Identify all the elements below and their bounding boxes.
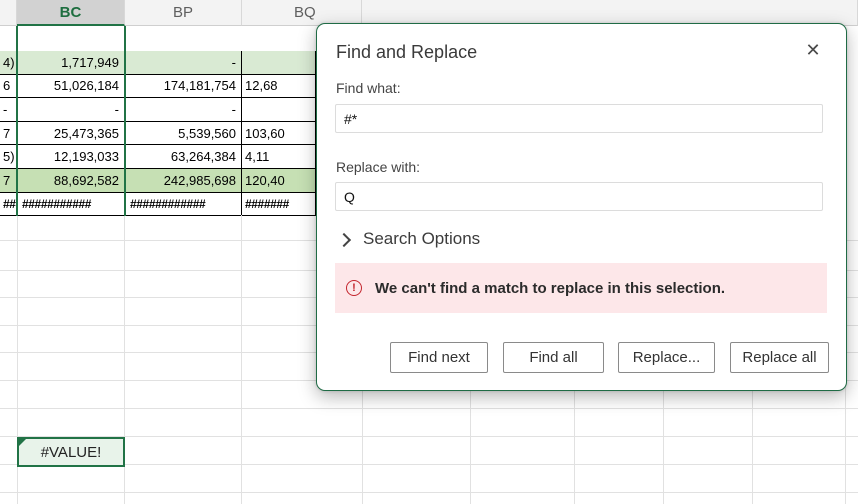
grid-line — [0, 408, 858, 409]
cell-bp[interactable]: ############ — [125, 192, 242, 217]
cell-prev-col[interactable]: 7 — [0, 121, 17, 146]
error-value-cell[interactable]: #VALUE! — [17, 437, 125, 467]
close-icon[interactable]: ✕ — [802, 38, 824, 62]
search-options-toggle[interactable]: Search Options — [336, 229, 481, 249]
cell-prev-col[interactable]: 7 — [0, 169, 17, 193]
grid-line — [0, 436, 858, 437]
cell-bc[interactable]: - — [17, 98, 125, 122]
chevron-right-icon — [336, 232, 352, 247]
cell-bp[interactable]: 174,181,754 — [125, 74, 242, 99]
error-indicator-triangle — [19, 439, 26, 446]
grid-line — [0, 464, 858, 465]
cell-bc[interactable]: ########### — [17, 192, 125, 217]
cell-bq[interactable] — [242, 98, 316, 122]
cell-prev-col[interactable]: 5) — [0, 145, 17, 169]
cell-bp[interactable]: - — [125, 51, 242, 75]
grid-line — [0, 492, 858, 493]
error-value-text: #VALUE! — [40, 443, 102, 461]
replace-with-input[interactable] — [335, 182, 823, 211]
cell-bp[interactable]: 5,539,560 — [125, 121, 242, 146]
error-message-box: ! We can't find a match to replace in th… — [335, 263, 827, 313]
cell-bq[interactable]: 12,68 — [242, 74, 316, 99]
error-message-text: We can't find a match to replace in this… — [375, 279, 726, 297]
cell-bq[interactable] — [242, 51, 316, 75]
dialog-title: Find and Replace — [336, 42, 478, 62]
cell-prev-col[interactable]: - — [0, 98, 17, 122]
cell-bq[interactable]: ####### — [242, 192, 316, 217]
cell-bc[interactable]: 12,193,033 — [17, 145, 125, 169]
search-options-label: Search Options — [363, 229, 481, 248]
cell-bc[interactable]: 51,026,184 — [17, 74, 125, 99]
column-header-bc[interactable]: BC — [17, 0, 125, 26]
find-next-button[interactable]: Find next — [390, 342, 488, 373]
column-header-partial[interactable] — [0, 0, 17, 26]
cell-bq[interactable]: 4,11 — [242, 145, 316, 169]
cell-bp[interactable]: 63,264,384 — [125, 145, 242, 169]
cell-bp[interactable]: 242,985,698 — [125, 169, 242, 193]
grid-line — [241, 215, 242, 504]
cell-bq[interactable]: 120,40 — [242, 169, 316, 193]
find-replace-dialog: Find and Replace ✕ Find what: Replace wi… — [316, 23, 847, 391]
cell-bc[interactable]: 1,717,949 — [17, 51, 125, 75]
find-what-input[interactable] — [335, 104, 823, 133]
cell-bc[interactable]: 25,473,365 — [17, 121, 125, 146]
cell-prev-col[interactable]: ## — [0, 192, 17, 217]
cell-bp[interactable]: - — [125, 98, 242, 122]
find-all-button[interactable]: Find all — [503, 342, 604, 373]
replace-all-button[interactable]: Replace all — [730, 342, 829, 373]
find-what-label: Find what: — [336, 80, 401, 96]
cell-prev-col[interactable]: 4) — [0, 51, 17, 75]
replace-with-label: Replace with: — [336, 159, 421, 175]
replace-button[interactable]: Replace... — [618, 342, 715, 373]
cell-prev-col[interactable]: 6 — [0, 74, 17, 99]
column-header-bp[interactable]: BP — [125, 0, 242, 26]
cell-bc[interactable]: 88,692,582 — [17, 169, 125, 193]
error-icon: ! — [346, 280, 362, 296]
cell-bq[interactable]: 103,60 — [242, 121, 316, 146]
